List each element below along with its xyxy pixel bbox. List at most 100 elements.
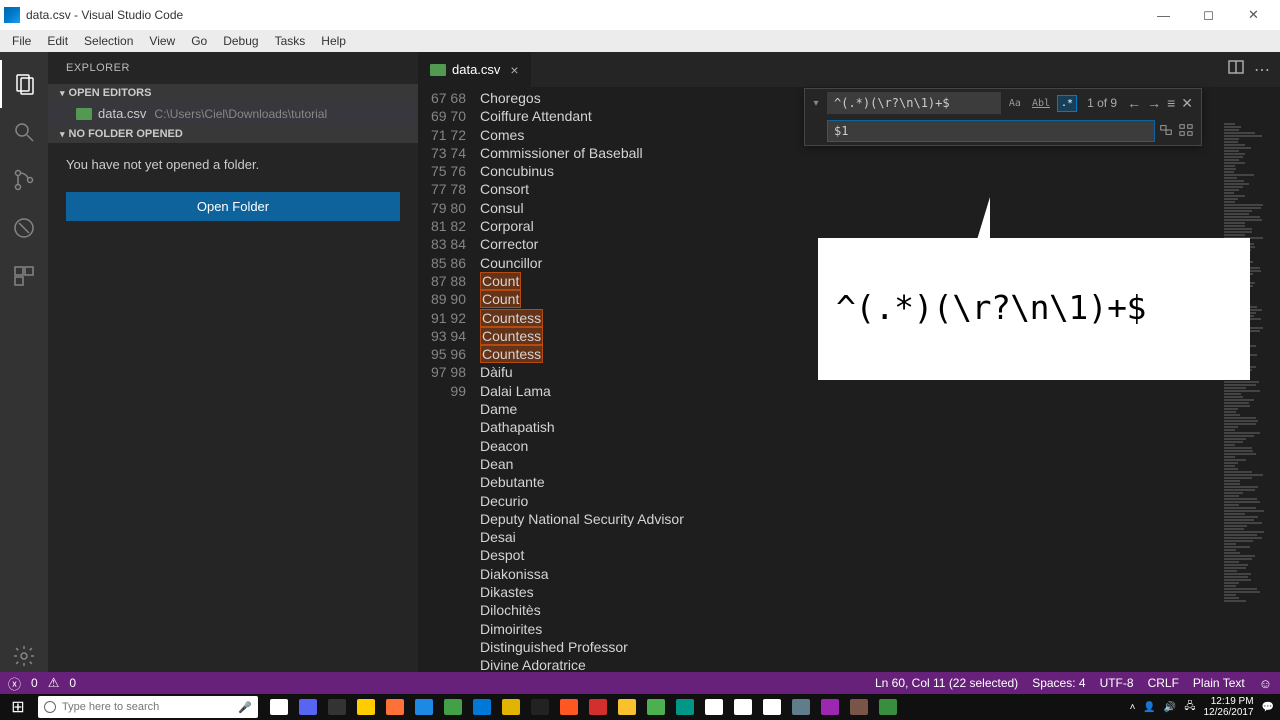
taskbar-app-7[interactable] (469, 694, 495, 720)
taskbar-app-12[interactable] (614, 694, 640, 720)
menu-file[interactable]: File (4, 34, 39, 48)
split-editor-icon[interactable] (1228, 59, 1244, 80)
menu-selection[interactable]: Selection (76, 34, 141, 48)
open-editor-filename: data.csv (98, 106, 146, 121)
more-actions-icon[interactable]: ⋯ (1254, 60, 1270, 80)
status-eol[interactable]: CRLF (1148, 676, 1179, 690)
taskbar-app-6[interactable] (440, 694, 466, 720)
taskbar-app-3[interactable] (353, 694, 379, 720)
taskbar-app-13[interactable] (643, 694, 669, 720)
scm-icon[interactable] (0, 156, 48, 204)
taskbar-clock[interactable]: 12:19 PM 12/26/2017 (1203, 696, 1253, 718)
open-editors-header[interactable]: ▾OPEN EDITORS (48, 84, 418, 102)
explorer-sidebar: EXPLORER ▾OPEN EDITORS data.csv C:\Users… (48, 52, 418, 680)
find-prev-icon[interactable]: ← (1127, 95, 1141, 112)
tray-network-icon[interactable]: 🖧 (1184, 699, 1195, 716)
vscode-icon (4, 7, 20, 23)
close-find-icon[interactable]: ✕ (1181, 95, 1193, 112)
find-result-count: 1 of 9 (1081, 96, 1123, 110)
menu-go[interactable]: Go (183, 34, 215, 48)
open-editor-item[interactable]: data.csv C:\Users\Ciel\Downloads\tutoria… (48, 102, 418, 125)
taskbar-app-17[interactable] (759, 694, 785, 720)
taskbar-app-16[interactable] (730, 694, 756, 720)
start-button[interactable]: ⊞ (0, 694, 36, 720)
find-in-selection-icon[interactable]: ≡ (1167, 95, 1175, 112)
no-folder-text: You have not yet opened a folder. (48, 143, 418, 186)
taskbar-app-15[interactable] (701, 694, 727, 720)
taskbar-app-10[interactable] (556, 694, 582, 720)
taskbar-app-5[interactable] (411, 694, 437, 720)
taskbar-app-20[interactable] (846, 694, 872, 720)
taskbar-app-19[interactable] (817, 694, 843, 720)
line-number-gutter: 67 68 69 70 71 72 73 74 75 76 77 78 79 8… (418, 87, 480, 680)
annotation-callout: ^(.*)(\r?\n\1)+$ (818, 238, 1250, 380)
editor-area: data.csv × ⋯ 67 68 69 70 71 72 73 74 75 … (418, 52, 1280, 680)
taskbar-app-2[interactable] (324, 694, 350, 720)
taskbar-search-placeholder: Type here to search (62, 701, 159, 713)
close-button[interactable]: ✕ (1231, 0, 1276, 30)
taskbar-app-21[interactable] (875, 694, 901, 720)
open-folder-button[interactable]: Open Folder (66, 192, 400, 221)
taskbar-app-18[interactable] (788, 694, 814, 720)
status-feedback-icon[interactable]: ☺ (1259, 676, 1272, 691)
tray-people-icon[interactable]: 👤 (1143, 702, 1155, 713)
notifications-icon[interactable]: 💬 (1262, 702, 1274, 713)
system-tray[interactable]: ˄ 👤 🔊 🖧 12:19 PM 12/26/2017 💬 (1130, 696, 1280, 718)
extensions-icon[interactable] (0, 252, 48, 300)
replace-input[interactable] (827, 120, 1155, 142)
taskbar-app-14[interactable] (672, 694, 698, 720)
taskbar-app-8[interactable] (498, 694, 524, 720)
status-spaces[interactable]: Spaces: 4 (1032, 676, 1085, 690)
search-icon[interactable] (0, 108, 48, 156)
tray-volume-icon[interactable]: 🔊 (1164, 702, 1176, 713)
status-warnings-icon[interactable]: ⚠ (48, 675, 60, 691)
replace-all-icon[interactable] (1179, 123, 1193, 140)
window-title: data.csv - Visual Studio Code (26, 8, 1141, 22)
replace-one-icon[interactable] (1159, 123, 1173, 140)
status-encoding[interactable]: UTF-8 (1100, 676, 1134, 690)
status-warnings-count: 0 (69, 676, 76, 690)
menu-help[interactable]: Help (313, 34, 354, 48)
editor-tabs: data.csv × ⋯ (418, 52, 1280, 87)
menu-debug[interactable]: Debug (215, 34, 266, 48)
minimize-button[interactable]: — (1141, 0, 1186, 30)
no-folder-header[interactable]: ▾NO FOLDER OPENED (48, 125, 418, 143)
whole-word-toggle[interactable]: Abl (1028, 95, 1054, 112)
open-editor-path: C:\Users\Ciel\Downloads\tutorial (154, 107, 327, 121)
menu-tasks[interactable]: Tasks (267, 34, 314, 48)
find-replace-widget: ▾ Aa Abl .* 1 of 9 ← → ≡ ✕ (804, 88, 1202, 146)
maximize-button[interactable]: ◻ (1186, 0, 1231, 30)
match-case-toggle[interactable]: Aa (1005, 95, 1025, 112)
menu-view[interactable]: View (141, 34, 183, 48)
tab-data-csv[interactable]: data.csv × (418, 52, 531, 87)
activity-bar (0, 52, 48, 680)
close-tab-icon[interactable]: × (510, 62, 518, 78)
menu-edit[interactable]: Edit (39, 34, 76, 48)
code-content[interactable]: Choregos Coiffure Attendant Comes Commis… (480, 87, 1280, 680)
taskbar-search[interactable]: Type here to search 🎤 (38, 696, 258, 718)
taskbar-app-0[interactable] (266, 694, 292, 720)
explorer-icon[interactable] (0, 60, 48, 108)
minimap[interactable] (1220, 122, 1280, 680)
windows-taskbar: ⊞ Type here to search 🎤 ˄ 👤 🔊 🖧 12:19 PM… (0, 694, 1280, 720)
tray-chevron-icon[interactable]: ˄ (1130, 702, 1136, 713)
csv-file-icon (430, 64, 446, 76)
find-input[interactable] (827, 92, 1001, 114)
status-bar: ⓧ0 ⚠0 Ln 60, Col 11 (22 selected) Spaces… (0, 672, 1280, 694)
callout-text: ^(.*)(\r?\n\1)+$ (818, 238, 1250, 377)
status-language[interactable]: Plain Text (1193, 676, 1245, 690)
debug-icon[interactable] (0, 204, 48, 252)
taskbar-app-1[interactable] (295, 694, 321, 720)
find-next-icon[interactable]: → (1147, 95, 1161, 112)
status-selection[interactable]: Ln 60, Col 11 (22 selected) (875, 676, 1018, 690)
menubar: FileEditSelectionViewGoDebugTasksHelp (0, 30, 1280, 52)
status-errors-icon[interactable]: ⓧ (8, 674, 21, 693)
mic-icon[interactable]: 🎤 (238, 701, 252, 714)
taskbar-app-4[interactable] (382, 694, 408, 720)
regex-toggle[interactable]: .* (1057, 95, 1077, 112)
tab-label: data.csv (452, 62, 500, 77)
taskbar-app-11[interactable] (585, 694, 611, 720)
taskbar-app-9[interactable] (527, 694, 553, 720)
code-area[interactable]: 67 68 69 70 71 72 73 74 75 76 77 78 79 8… (418, 87, 1280, 680)
find-toggle-replace-icon[interactable]: ▾ (809, 98, 823, 109)
